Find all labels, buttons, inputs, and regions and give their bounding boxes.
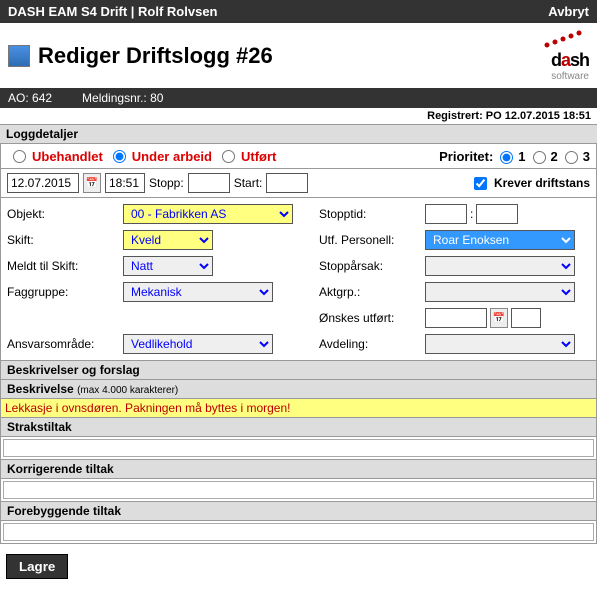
ao-label: AO:: [8, 91, 29, 105]
status-underarbeid-radio[interactable]: [113, 150, 126, 163]
ao-value: 642: [32, 91, 52, 105]
status-row: Ubehandlet Under arbeid Utført Prioritet…: [0, 144, 597, 169]
stopp-label: Stopp:: [149, 176, 184, 190]
objekt-select[interactable]: 00 - Fabrikken AS: [123, 204, 293, 224]
avdeling-select[interactable]: [425, 334, 575, 354]
section-forebyggende: Forebyggende tiltak: [0, 502, 597, 521]
objekt-label: Objekt:: [7, 207, 117, 221]
section-strakstiltak: Strakstiltak: [0, 418, 597, 437]
skift-label: Skift:: [7, 233, 117, 247]
status-utfort-label: Utført: [241, 149, 276, 164]
logo-dots-icon: [537, 29, 589, 49]
onskes-date-input[interactable]: [425, 308, 487, 328]
section-loggdetaljer: Loggdetaljer: [0, 124, 597, 144]
date-input[interactable]: [7, 173, 79, 193]
avdeling-label: Avdeling:: [319, 337, 419, 351]
onskes-extra-input[interactable]: [511, 308, 541, 328]
utf-label: Utf. Personell:: [319, 233, 419, 247]
title-row: Rediger Driftslogg #26 dash software: [0, 23, 597, 88]
status-ubehandlet-label: Ubehandlet: [32, 149, 103, 164]
meldt-label: Meldt til Skift:: [7, 259, 117, 273]
faggruppe-select[interactable]: Mekanisk: [123, 282, 273, 302]
registered-line: Registrert: PO 12.07.2015 18:51: [0, 108, 597, 124]
ansvar-label: Ansvarsområde:: [7, 337, 117, 351]
stopptid-m-input[interactable]: [476, 204, 518, 224]
edit-icon: [8, 45, 30, 67]
priority-3-radio[interactable]: [565, 151, 578, 164]
logo: dash software: [537, 29, 589, 82]
section-korrigerende: Korrigerende tiltak: [0, 460, 597, 479]
utf-select[interactable]: Roar Enoksen: [425, 230, 575, 250]
status-utfort-radio[interactable]: [222, 150, 235, 163]
info-bar: AO: 642 Meldingsnr.: 80: [0, 88, 597, 108]
korrigerende-input[interactable]: [3, 481, 594, 499]
aktgrp-label: Aktgrp.:: [319, 285, 419, 299]
forebyggende-input[interactable]: [3, 523, 594, 541]
app-title: DASH EAM S4 Drift | Rolf Rolvsen: [8, 4, 218, 19]
stopparsak-label: Stoppårsak:: [319, 259, 419, 273]
onskes-label: Ønskes utført:: [319, 311, 419, 325]
priority-1-radio[interactable]: [500, 151, 513, 164]
meld-value: 80: [150, 91, 163, 105]
section-beskrivelse: Beskrivelse (max 4.000 karakterer): [0, 380, 597, 399]
calendar-icon[interactable]: 📅: [83, 173, 101, 193]
page-title: Rediger Driftslogg #26: [38, 43, 273, 69]
stopptid-h-input[interactable]: [425, 204, 467, 224]
skift-select[interactable]: Kveld: [123, 230, 213, 250]
start-label: Start:: [234, 176, 263, 190]
stopparsak-select[interactable]: [425, 256, 575, 276]
top-bar: DASH EAM S4 Drift | Rolf Rolvsen Avbryt: [0, 0, 597, 23]
krever-checkbox[interactable]: [474, 177, 487, 190]
stopp-input[interactable]: [188, 173, 230, 193]
start-input[interactable]: [266, 173, 308, 193]
meld-label: Meldingsnr.:: [82, 91, 147, 105]
date-row: 📅 Stopp: Start: Krever driftstans: [0, 169, 597, 198]
stopptid-label: Stopptid:: [319, 207, 419, 221]
section-beskrivelser: Beskrivelser og forslag: [0, 361, 597, 380]
save-button[interactable]: Lagre: [6, 554, 68, 579]
form-grid: Objekt: 00 - Fabrikken AS Stopptid: : Sk…: [0, 198, 597, 361]
faggruppe-label: Faggruppe:: [7, 285, 117, 299]
cancel-link[interactable]: Avbryt: [548, 4, 589, 19]
aktgrp-select[interactable]: [425, 282, 575, 302]
beskrivelse-input[interactable]: [1, 399, 596, 417]
strakstiltak-input[interactable]: [3, 439, 594, 457]
time-input[interactable]: [105, 173, 145, 193]
ansvar-select[interactable]: Vedlikehold: [123, 334, 273, 354]
status-underarbeid-label: Under arbeid: [132, 149, 212, 164]
onskes-calendar-icon[interactable]: 📅: [490, 308, 508, 328]
priority-2-radio[interactable]: [533, 151, 546, 164]
status-ubehandlet-radio[interactable]: [13, 150, 26, 163]
meldt-select[interactable]: Natt: [123, 256, 213, 276]
krever-label: Krever driftstans: [494, 176, 590, 190]
priority-label: Prioritet:: [439, 149, 493, 164]
